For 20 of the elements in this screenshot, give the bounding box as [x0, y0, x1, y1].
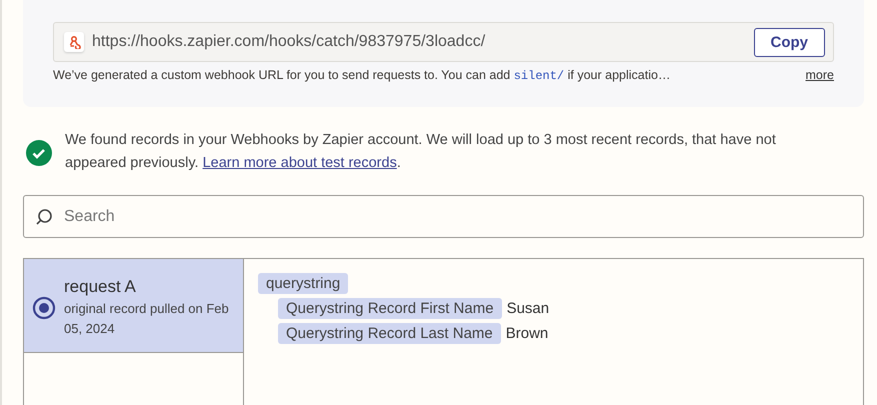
webhook-url-field[interactable]: https://hooks.zapier.com/hooks/catch/9837975/3loadcc/ Copy — [53, 22, 834, 62]
field-label: Querystring Record Last Name — [278, 323, 501, 344]
field-group-label: querystring — [258, 273, 348, 294]
webhook-icon — [64, 32, 84, 52]
field-label: Querystring Record First Name — [278, 298, 502, 319]
record-title: request A — [64, 276, 137, 296]
copy-button[interactable]: Copy — [754, 28, 825, 56]
webhook-url: https://hooks.zapier.com/hooks/catch/9837975/3loadcc/ — [92, 33, 486, 51]
learn-more-link[interactable]: Learn more about test records — [202, 155, 397, 171]
record-item[interactable]: request A original record pulled on Feb 05, 2024 — [24, 259, 243, 353]
record-subtitle: original record pulled on Feb 05, 2024 — [64, 300, 229, 338]
search-icon — [34, 207, 54, 227]
search-field[interactable]: Search — [23, 195, 864, 238]
radio-button[interactable] — [32, 296, 56, 320]
field-value: Brown — [506, 325, 548, 342]
records-found-message: We found records in your Webhooks by Zapier account. We will load up to 3 most recent records, that have not appeared previously. Learn more about test records. — [65, 131, 777, 173]
field-value: Susan — [506, 300, 550, 317]
success-check-icon — [26, 140, 52, 166]
webhook-description: We’ve generated a custom webhook URL for you to send requests to. You can add silent/ if your applicatio… — [53, 68, 670, 83]
more-link[interactable]: more — [806, 68, 834, 83]
